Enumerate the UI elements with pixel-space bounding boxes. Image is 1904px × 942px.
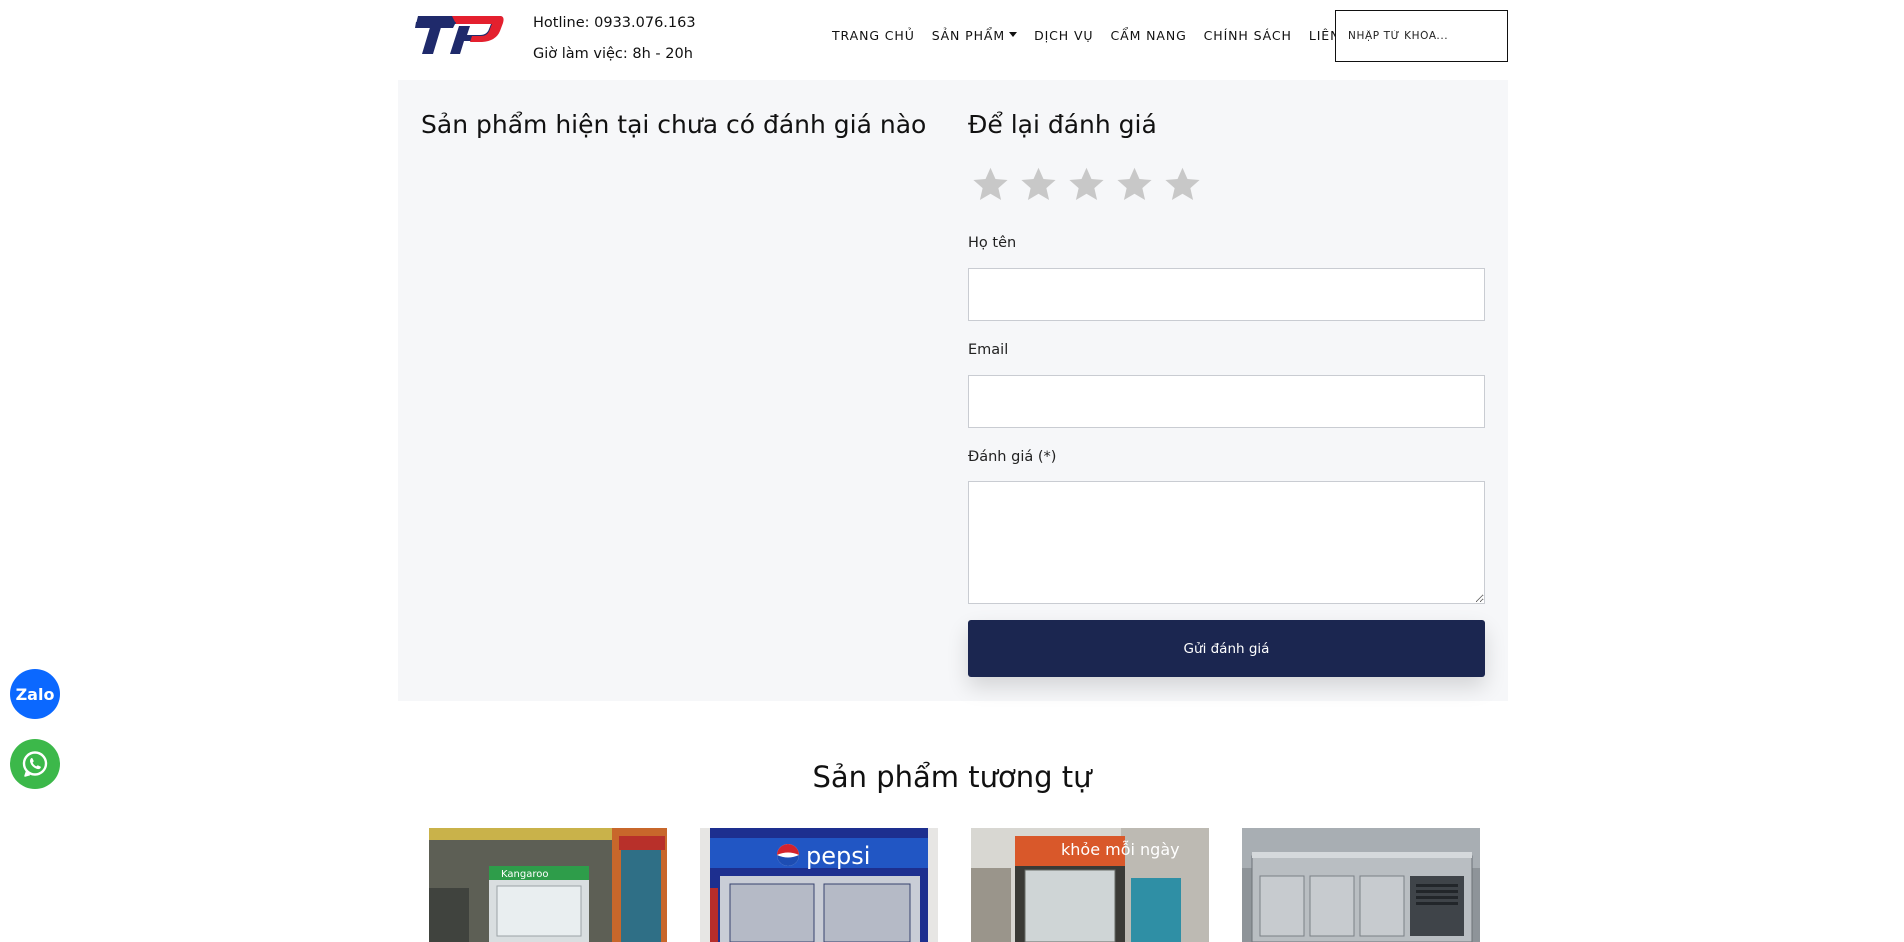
no-review-message: Sản phẩm hiện tại chưa có đánh giá nào [421,110,927,139]
product-card[interactable] [1242,828,1480,942]
email-label: Email [968,342,1009,358]
similar-products-title: Sản phẩm tương tự [812,760,1092,794]
star-icon[interactable] [1066,164,1107,205]
product-image-text: Kangaroo [501,869,548,880]
product-image: khỏe mỗi ngày [971,828,1209,942]
review-label: Đánh giá (*) [968,449,1057,465]
product-image-text: khỏe mỗi ngày [1061,840,1180,859]
nav-products[interactable]: SẢN PHẨM [931,24,1018,46]
caret-down-icon [1009,31,1018,37]
zalo-label: Zalo [15,684,55,704]
site-header: Hotline: 0933.076.163 Giờ làm việc: 8h -… [0,0,1904,80]
similar-products-list: Kangaroo pepsi khỏe mỗi ngày [429,828,1480,942]
site-logo[interactable] [412,14,504,56]
logo-graphic [415,16,504,54]
name-label: Họ tên [968,235,1017,251]
main-nav: TRANG CHỦ SẢN PHẨM DỊCH VỤ CẨM NANG CHÍN… [832,24,1381,46]
star-icon[interactable] [1018,164,1059,205]
search-input[interactable] [1335,10,1508,62]
nav-services[interactable]: DỊCH VỤ [1034,24,1093,46]
product-card[interactable]: pepsi [700,828,938,942]
review-textarea[interactable] [968,481,1485,604]
submit-review-button[interactable]: Gửi đánh giá [968,620,1485,677]
product-image [1242,828,1480,942]
star-rating [970,164,1203,205]
product-image: pepsi [700,828,938,942]
email-field[interactable] [968,375,1485,428]
nav-services-label: DỊCH VỤ [1034,27,1094,43]
hotline-text[interactable]: Hotline: 0933.076.163 [533,8,696,39]
product-image: Kangaroo [429,828,667,942]
product-image-text: pepsi [806,842,870,870]
product-card[interactable]: Kangaroo [429,828,667,942]
nav-handbook-label: CẨM NANG [1110,27,1187,43]
nav-policy-label: CHÍNH SÁCH [1203,27,1292,43]
contact-info: Hotline: 0933.076.163 Giờ làm việc: 8h -… [533,8,696,70]
nav-home[interactable]: TRANG CHỦ [832,24,915,46]
star-icon[interactable] [970,164,1011,205]
nav-handbook[interactable]: CẨM NANG [1110,24,1186,46]
zalo-icon[interactable]: Zalo [10,669,60,719]
review-section: Sản phẩm hiện tại chưa có đánh giá nào Đ… [398,80,1508,701]
nav-products-label: SẢN PHẨM [931,27,1006,43]
review-form-title: Để lại đánh giá [968,110,1157,139]
product-card[interactable]: khỏe mỗi ngày [971,828,1209,942]
nav-home-label: TRANG CHỦ [832,27,915,43]
name-field[interactable] [968,268,1485,321]
star-icon[interactable] [1114,164,1155,205]
working-hours-text: Giờ làm việc: 8h - 20h [533,46,693,62]
nav-policy[interactable]: CHÍNH SÁCH [1204,24,1292,46]
star-icon[interactable] [1162,164,1203,205]
